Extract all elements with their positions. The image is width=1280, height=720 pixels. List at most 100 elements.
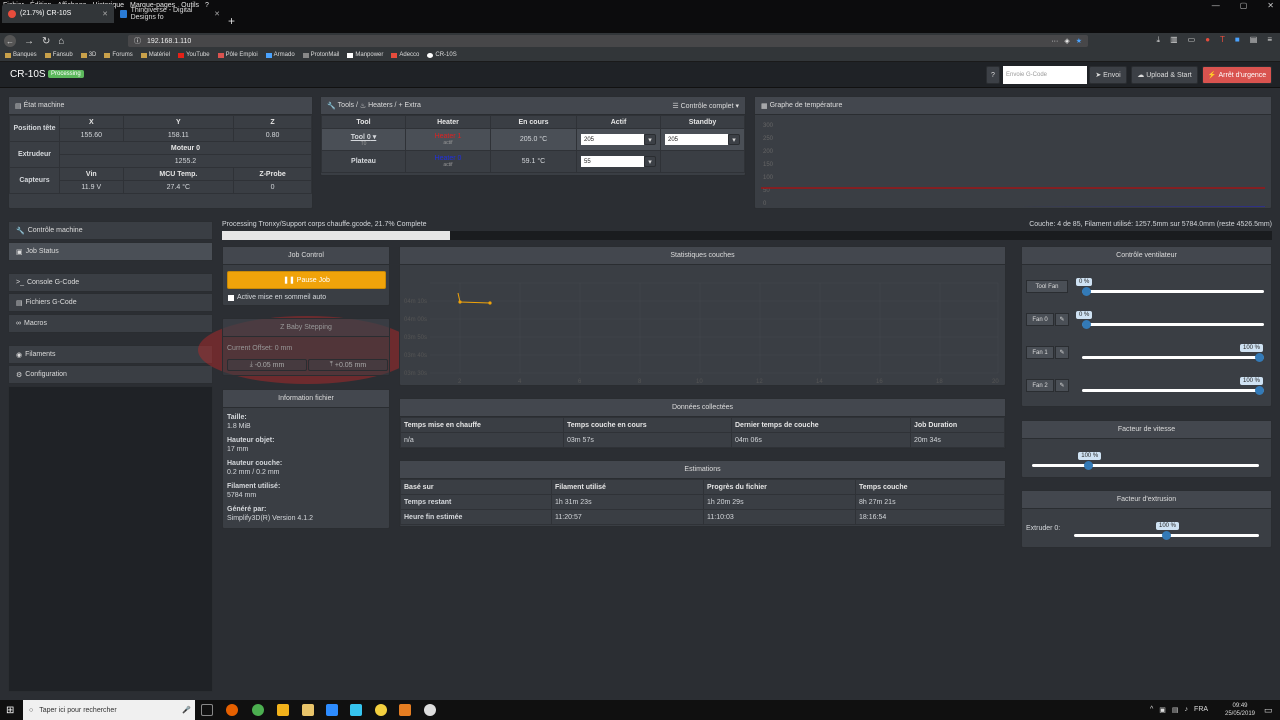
chevron-down-icon[interactable]: ▾ (728, 134, 740, 145)
bed-active-input[interactable]: 55 (581, 156, 644, 167)
close-tab-icon[interactable]: ✕ (102, 10, 108, 18)
clock[interactable]: 09:49 25/05/2019 (1222, 702, 1258, 718)
bookmark-item[interactable]: Forums (104, 52, 133, 58)
slider-handle[interactable] (1162, 531, 1171, 540)
nav-filaments[interactable]: ◉ Filaments (8, 345, 213, 364)
eyedropper-icon[interactable]: ✎ (1055, 379, 1069, 392)
forward-icon[interactable]: → (24, 36, 34, 47)
fan1-slider[interactable]: 100 % (1082, 344, 1264, 362)
volume-icon[interactable]: ♪ (1185, 706, 1189, 714)
maximize-icon[interactable]: ▢ (1240, 1, 1248, 10)
pause-job-button[interactable]: ❚❚ Pause Job (227, 271, 386, 289)
bookmark-item[interactable]: Banques (5, 52, 37, 58)
speed-factor-slider[interactable]: 100 % (1032, 452, 1259, 470)
baby-step-minus-button[interactable]: ⤓ -0.05 mm (227, 359, 307, 371)
app-icon[interactable] (375, 704, 387, 716)
eyedropper-icon[interactable]: ✎ (1055, 313, 1069, 326)
tab-tools[interactable]: Tools (338, 102, 354, 109)
close-icon[interactable]: ✕ (1267, 1, 1274, 10)
minimize-icon[interactable]: — (1212, 1, 1220, 10)
slider-handle[interactable] (1084, 461, 1094, 470)
eyedropper-icon[interactable]: ✎ (1055, 346, 1069, 359)
tab-extra[interactable]: Extra (405, 102, 421, 109)
heater-cell[interactable]: Heater 0 actif (405, 150, 491, 173)
upload-start-button[interactable]: ☁ Upload & Start (1131, 66, 1198, 84)
bookmark-item[interactable]: 3D (80, 52, 96, 58)
extension-icon[interactable]: T (1220, 35, 1225, 45)
url-bar[interactable]: ⓘ 192.168.1.110 ··· ◈ ★ (128, 35, 1088, 47)
help-button[interactable]: ? (986, 66, 1000, 84)
info-icon[interactable]: ⓘ (134, 36, 141, 46)
bookmark-item[interactable]: YouTube (178, 52, 210, 58)
new-tab-icon[interactable]: + (228, 14, 235, 28)
emergency-stop-button[interactable]: ⚡ Arrêt d'urgence (1202, 66, 1272, 84)
extension-icon[interactable]: ▤ (1250, 35, 1258, 45)
bookmark-item[interactable]: Fansub (44, 52, 73, 58)
bookmark-item[interactable]: ProtonMail (302, 52, 339, 58)
bookmark-item[interactable]: CR-10S (427, 52, 457, 58)
app-icon[interactable] (326, 704, 338, 716)
sleep-checkbox[interactable] (228, 294, 234, 301)
network-icon[interactable]: ▤ (1172, 706, 1179, 714)
nav-job-status[interactable]: ▣ Job Status (8, 242, 213, 261)
firefox-icon[interactable] (226, 704, 238, 716)
slider-handle[interactable] (1082, 287, 1091, 296)
bookmark-item[interactable]: Pôle Emploi (217, 52, 258, 58)
heater-cell[interactable]: Heater 1 actif (405, 128, 491, 151)
heater-name[interactable]: Heater 0 (406, 155, 490, 162)
notifications-icon[interactable]: ▭ (1264, 705, 1273, 716)
tool-cell[interactable]: Tool 0 ▾ T0 (321, 128, 406, 151)
microphone-icon[interactable]: 🎤 (182, 706, 191, 714)
tray-chevron-icon[interactable]: ^ (1150, 706, 1153, 714)
page-actions-icon[interactable]: ··· (1051, 38, 1058, 45)
chevron-down-icon[interactable]: ▾ (644, 156, 656, 167)
fan2-slider[interactable]: 100 % (1082, 377, 1264, 395)
hamburger-menu-icon[interactable]: ≡ (1267, 35, 1272, 45)
language-indicator[interactable]: FRA (1194, 706, 1208, 714)
windows-start-icon[interactable]: ⊞ (6, 705, 14, 716)
tool-name[interactable]: Tool 0 ▾ (322, 133, 405, 141)
bookmark-star-icon[interactable]: ★ (1076, 37, 1082, 45)
bookmark-item[interactable]: Matériel (140, 52, 170, 58)
close-tab-icon[interactable]: ✕ (214, 10, 220, 18)
send-button[interactable]: ➤ Envoi (1089, 66, 1127, 84)
fan1-button[interactable]: Fan 1 (1026, 346, 1054, 359)
reload-icon[interactable]: ↻ (42, 36, 50, 47)
chrome-icon[interactable] (252, 704, 264, 716)
pocket-icon[interactable]: ◈ (1064, 37, 1069, 45)
fan2-button[interactable]: Fan 2 (1026, 379, 1054, 392)
baby-step-plus-button[interactable]: ⤒ +0.05 mm (308, 359, 388, 371)
browser-tab-cr10s[interactable]: (21.7%) CR-10S ✕ (2, 4, 114, 23)
back-icon[interactable]: ← (4, 35, 16, 47)
task-view-icon[interactable] (201, 704, 213, 716)
taskbar-search-box[interactable]: ○ Taper ici pour rechercher 🎤 (23, 700, 195, 720)
sidebar-icon[interactable]: ▭ (1188, 35, 1196, 45)
bookmark-item[interactable]: Armado (265, 52, 295, 58)
standby-temp-input[interactable]: 205 (665, 134, 728, 145)
bookmark-item[interactable]: Adecco (391, 52, 419, 58)
extension-icon[interactable]: ● (1205, 35, 1210, 45)
nav-machine-control[interactable]: 🔧 Contrôle machine (8, 221, 213, 240)
fan0-slider[interactable]: 0 % (1076, 311, 1264, 329)
active-temp-input[interactable]: 205 (581, 134, 644, 145)
tool-fan-slider[interactable]: 0 % (1076, 278, 1264, 296)
browser-tab-thingiverse[interactable]: Thingiverse - Digital Designs fo ✕ (114, 4, 226, 23)
nav-gcode-console[interactable]: >_ Console G-Code (8, 273, 213, 292)
nav-gcode-files[interactable]: ▤ Fichiers G-Code (8, 293, 213, 312)
chevron-down-icon[interactable]: ▾ (644, 134, 656, 145)
file-explorer-icon[interactable] (302, 704, 314, 716)
library-icon[interactable]: ▥ (1170, 35, 1178, 45)
downloads-icon[interactable]: ⤓ (1157, 35, 1161, 45)
bookmark-item[interactable]: Manpower (347, 52, 383, 58)
nav-configuration[interactable]: ⚙ Configuration (8, 365, 213, 384)
control-dropdown[interactable]: ☰ Contrôle complet ▾ (672, 102, 739, 110)
slider-handle[interactable] (1255, 386, 1264, 395)
vlc-icon[interactable] (399, 704, 411, 716)
slack-icon[interactable] (350, 704, 362, 716)
tab-heaters[interactable]: Heaters (368, 102, 393, 109)
slider-handle[interactable] (1255, 353, 1264, 362)
app-icon[interactable] (277, 704, 289, 716)
tool-fan-button[interactable]: Tool Fan (1026, 280, 1068, 293)
gcode-input[interactable]: Envoie G-Code (1003, 66, 1087, 84)
app-icon[interactable] (424, 704, 436, 716)
